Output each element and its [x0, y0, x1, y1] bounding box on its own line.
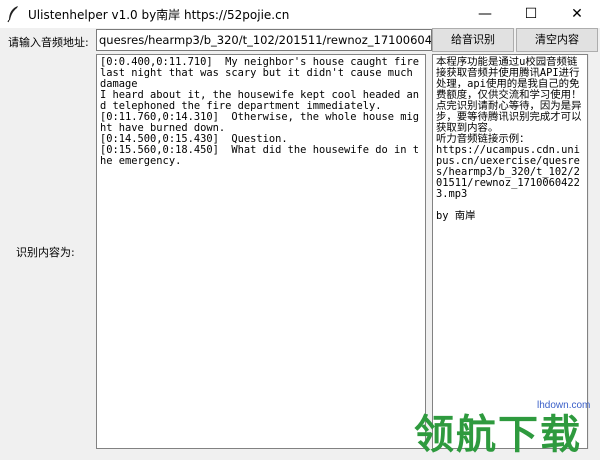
feather-icon [7, 6, 18, 23]
close-button[interactable]: ✕ [554, 0, 600, 28]
watermark-text: 领航下载 [414, 412, 582, 458]
result-line: [0:11.760,0:14.310] Otherwise, the whole… [100, 111, 420, 134]
title-bar: Ulistenhelper v1.0 by南岸 https://52pojie.… [0, 0, 600, 28]
result-textarea[interactable]: [0:0.400,0:11.710] My neighbor's house c… [96, 54, 426, 449]
result-line: I heard about it, the housewife kept coo… [100, 89, 420, 112]
result-line: [0:15.560,0:18.450] What did the housewi… [100, 144, 420, 167]
info-text: 本程序功能是通过u校园音频链接获取音频并使用腾讯API进行处理，api使用的是我… [436, 56, 582, 222]
recognize-button[interactable]: 给音识别 [432, 28, 514, 52]
watermark: lhdown.com 领航下载 [412, 388, 597, 458]
maximize-button[interactable]: ☐ [508, 0, 554, 28]
clear-button[interactable]: 清空内容 [516, 28, 598, 52]
result-label: 识别内容为: [16, 246, 75, 259]
url-label: 请输入音频地址: [8, 36, 89, 49]
window-title: Ulistenhelper v1.0 by南岸 https://52pojie.… [28, 8, 290, 22]
audio-url-input[interactable]: quesres/hearmp3/b_320/t_102/201511/rewno… [96, 29, 432, 51]
result-line: [0:0.400,0:11.710] My neighbor's house c… [100, 56, 426, 90]
minimize-button[interactable]: — [462, 0, 508, 28]
